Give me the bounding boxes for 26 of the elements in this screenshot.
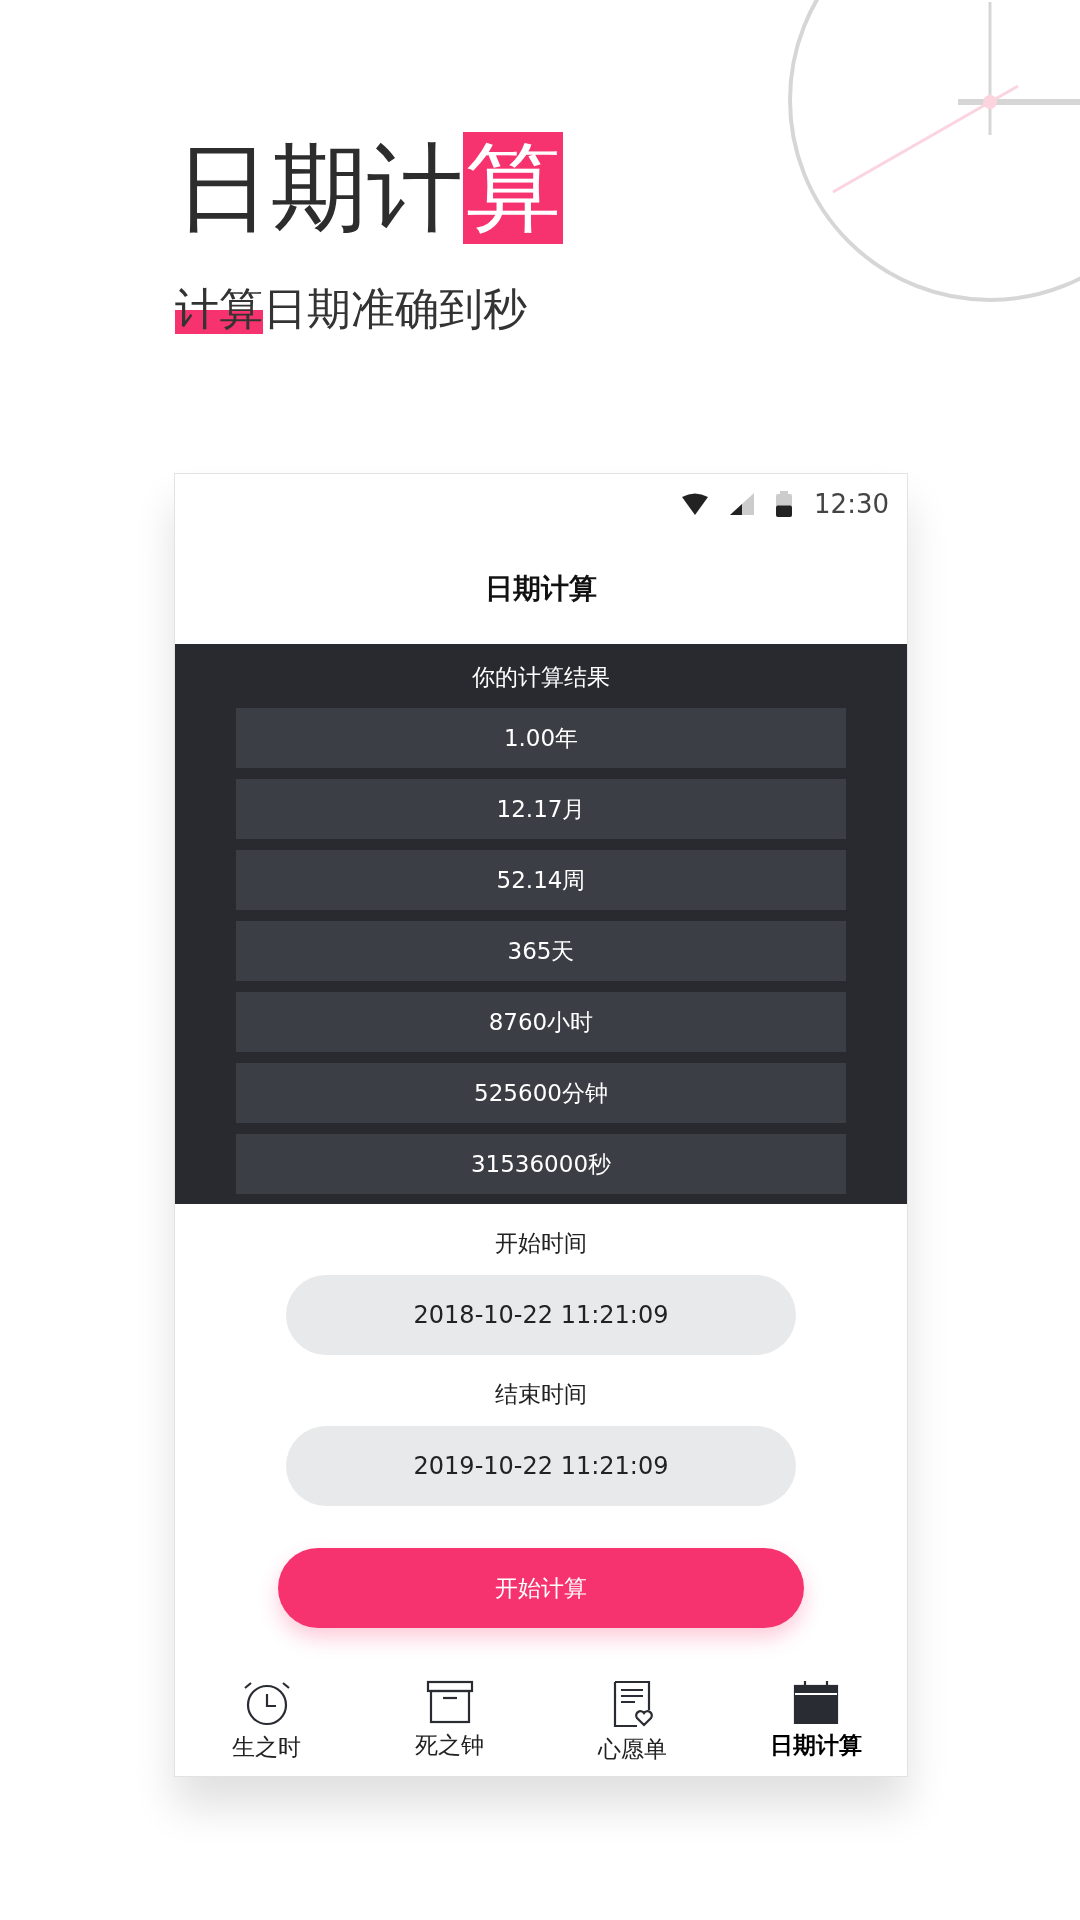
result-row: 31536000秒 (236, 1134, 846, 1194)
status-time: 12:30 (814, 489, 889, 519)
date-field[interactable]: 2018-10-22 11:21:09 (286, 1275, 796, 1355)
box-icon (425, 1680, 474, 1724)
result-row: 8760小时 (236, 992, 846, 1052)
nav-tab[interactable]: 死之钟 (358, 1676, 541, 1776)
battery-icon (776, 491, 793, 517)
nav-tab[interactable]: 生之时 (175, 1676, 358, 1776)
nav-tab[interactable]: 心愿单 (541, 1676, 724, 1776)
field-label: 开始时间 (495, 1229, 587, 1258)
calendar-icon (792, 1680, 839, 1724)
field-label: 结束时间 (495, 1380, 587, 1409)
result-row: 12.17月 (236, 779, 846, 839)
note-heart-icon (612, 1680, 653, 1728)
results-title: 你的计算结果 (472, 663, 610, 692)
calculate-button[interactable]: 开始计算 (278, 1548, 804, 1628)
alarm-clock-icon (242, 1680, 291, 1726)
result-row: 525600分钟 (236, 1063, 846, 1123)
date-field[interactable]: 2019-10-22 11:21:09 (286, 1426, 796, 1506)
app-title: 日期计算 (484, 571, 598, 607)
result-row: 1.00年 (236, 708, 846, 768)
nav-tab[interactable]: 日期计算 (724, 1676, 907, 1776)
result-row: 52.14周 (236, 850, 846, 910)
result-row: 365天 (236, 921, 846, 981)
signal-icon (730, 493, 755, 515)
wifi-icon (682, 493, 709, 515)
